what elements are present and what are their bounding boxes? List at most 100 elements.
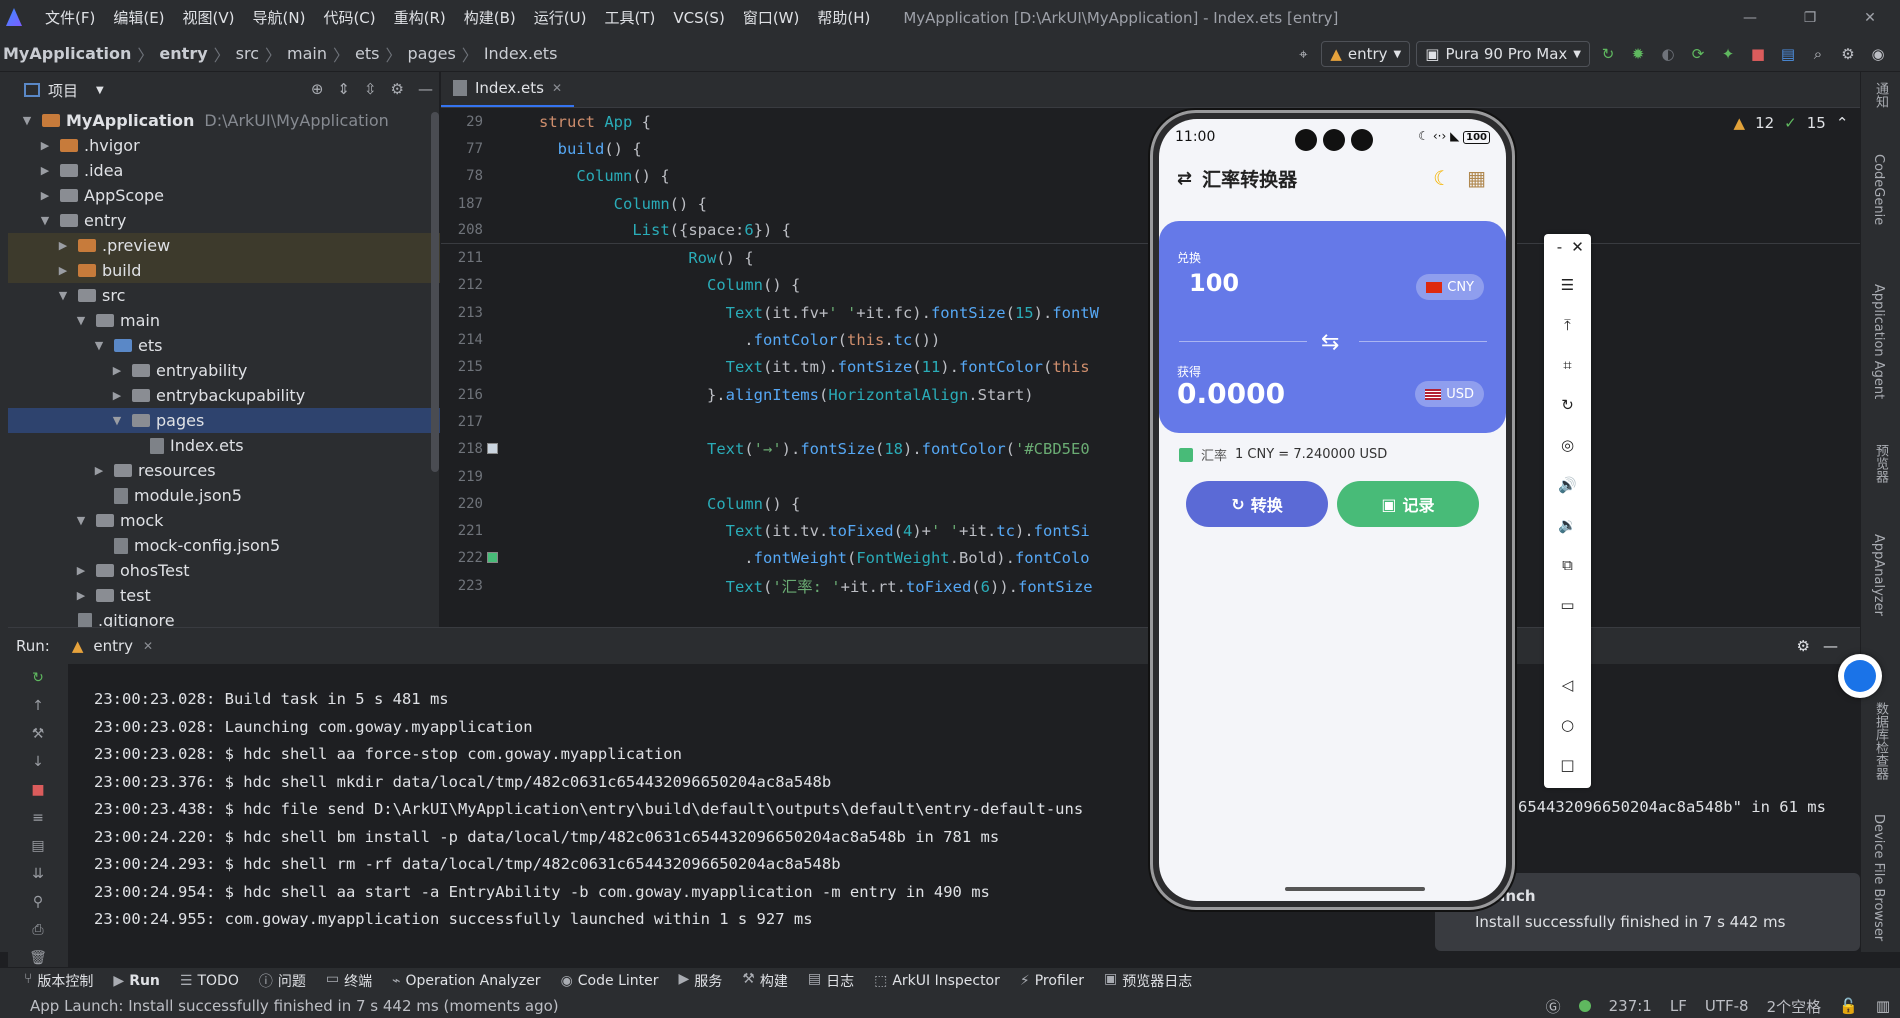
right-tool-tab[interactable]: AppAnalyzer bbox=[1871, 534, 1886, 616]
hide-panel-icon[interactable]: — bbox=[418, 80, 433, 98]
menu-item[interactable]: 运行(U) bbox=[525, 0, 596, 36]
chevron-right-icon[interactable]: ▶ bbox=[74, 589, 88, 602]
rotate-icon[interactable]: ↻ bbox=[1544, 396, 1591, 414]
bottom-tool-tab[interactable]: ⚡ Profiler bbox=[1020, 973, 1084, 989]
settings-icon[interactable]: ⚙ bbox=[1836, 42, 1860, 66]
minimize-button[interactable]: — bbox=[1720, 0, 1780, 36]
recents-icon[interactable]: □ bbox=[1544, 756, 1591, 774]
tree-item[interactable]: ▼ mock bbox=[8, 508, 440, 533]
screenshot-icon[interactable]: ⌗ bbox=[1544, 356, 1591, 374]
chevron-down-icon[interactable]: ▼ bbox=[38, 214, 52, 227]
line-number[interactable]: 216 bbox=[441, 387, 499, 403]
rerun-icon[interactable]: ↻ bbox=[8, 664, 68, 692]
project-panel-title[interactable]: 项目 bbox=[48, 80, 78, 101]
line-number[interactable]: 219 bbox=[441, 469, 499, 485]
line-number[interactable]: 212 bbox=[441, 277, 499, 293]
wrench-icon[interactable]: ⚒ bbox=[8, 720, 68, 748]
menu-icon[interactable]: ☰ bbox=[1544, 276, 1591, 294]
chevron-right-icon[interactable]: ▶ bbox=[110, 364, 124, 377]
expand-all-icon[interactable]: ⇕ bbox=[337, 80, 350, 98]
menu-item[interactable]: 编辑(E) bbox=[104, 0, 173, 36]
chevron-down-icon[interactable]: ▼ bbox=[74, 514, 88, 527]
chevron-down-icon[interactable]: ▼ bbox=[96, 85, 104, 96]
chevron-right-icon[interactable]: ▶ bbox=[92, 464, 106, 477]
file-encoding[interactable]: UTF-8 bbox=[1705, 997, 1749, 1015]
line-number[interactable]: 221 bbox=[441, 523, 499, 539]
maximize-button[interactable]: ❐ bbox=[1780, 0, 1840, 36]
git-icon[interactable]: Ⓖ bbox=[1546, 996, 1561, 1017]
breadcrumb-item[interactable]: entry bbox=[156, 44, 210, 63]
convert-button[interactable]: ↻ 转换 bbox=[1186, 481, 1328, 527]
volume-up-icon[interactable]: 🔊 bbox=[1544, 476, 1591, 494]
tree-item[interactable]: ▼ pages bbox=[8, 408, 440, 433]
pin-top-icon[interactable]: ⤒ bbox=[1544, 316, 1591, 334]
assistant-fab[interactable] bbox=[1838, 654, 1882, 698]
run-log[interactable]: 23:00:23.028: Build task in 5 s 481 ms 23… bbox=[94, 686, 1083, 934]
tree-item[interactable]: ▶ entrybackupability bbox=[8, 383, 440, 408]
tree-item[interactable]: ▶ .hvigor bbox=[8, 133, 440, 158]
right-tool-tab[interactable]: 通知 bbox=[1871, 82, 1890, 108]
scroll-end-icon[interactable]: ⇊ bbox=[8, 860, 68, 888]
menu-item[interactable]: 工具(T) bbox=[595, 0, 664, 36]
multi-device-icon[interactable]: ▭ bbox=[1544, 596, 1591, 614]
right-tool-tab[interactable]: Application Agent bbox=[1871, 284, 1886, 399]
close-icon[interactable]: ✕ bbox=[1554, 238, 1601, 256]
bottom-tool-tab[interactable]: ⬚ ArkUI Inspector bbox=[874, 973, 1000, 989]
up-arrow-icon[interactable]: ↑ bbox=[8, 692, 68, 720]
tree-item[interactable]: ▼ entry bbox=[8, 208, 440, 233]
line-number[interactable]: 208 bbox=[441, 222, 499, 238]
close-tab-icon[interactable]: ✕ bbox=[552, 81, 562, 95]
right-tool-tab[interactable]: 数据库检查器 bbox=[1871, 702, 1890, 780]
hide-panel-icon[interactable]: — bbox=[1823, 637, 1838, 655]
tree-scrollbar[interactable] bbox=[431, 112, 439, 472]
chevron-right-icon[interactable]: ▶ bbox=[38, 164, 52, 177]
chevron-down-icon[interactable]: ▼ bbox=[92, 339, 106, 352]
back-icon[interactable]: ◁ bbox=[1544, 676, 1591, 694]
debug-icon[interactable]: ✹ bbox=[1626, 42, 1650, 66]
run-config-select[interactable]: ▲ entry ▼ bbox=[1321, 41, 1411, 67]
bottom-tool-tab[interactable]: ▤ 日志 bbox=[808, 971, 854, 991]
chevron-right-icon[interactable]: ▶ bbox=[38, 189, 52, 202]
pin-icon[interactable]: ⚲ bbox=[8, 888, 68, 916]
line-number[interactable]: 29 bbox=[441, 114, 499, 130]
tree-item[interactable]: ▶ ohosTest bbox=[8, 558, 440, 583]
to-currency-select[interactable]: USD bbox=[1415, 381, 1484, 407]
volume-down-icon[interactable]: 🔉 bbox=[1544, 516, 1591, 534]
stop-icon[interactable]: ■ bbox=[1746, 42, 1770, 66]
breadcrumb-item[interactable]: MyApplication bbox=[0, 44, 134, 63]
tree-item[interactable]: ▼ src bbox=[8, 283, 440, 308]
color-swatch-icon[interactable] bbox=[487, 443, 498, 455]
line-number[interactable]: 78 bbox=[441, 168, 499, 184]
line-number[interactable]: 187 bbox=[441, 196, 499, 212]
indent-setting[interactable]: 2个空格 bbox=[1767, 996, 1822, 1017]
menu-item[interactable]: 重构(R) bbox=[385, 0, 455, 36]
bottom-tool-tab[interactable]: ▶ 服务 bbox=[679, 971, 723, 991]
chevron-right-icon[interactable]: ▶ bbox=[56, 239, 70, 252]
bottom-tool-tab[interactable]: ◉ Code Linter bbox=[561, 973, 659, 989]
tree-item[interactable]: ▶ .idea bbox=[8, 158, 440, 183]
target-icon[interactable]: ⌖ bbox=[1291, 42, 1315, 66]
chevron-right-icon[interactable]: ▶ bbox=[38, 139, 52, 152]
bottom-tool-tab[interactable]: ⌁ Operation Analyzer bbox=[392, 973, 540, 989]
chevron-right-icon[interactable]: ▶ bbox=[56, 264, 70, 277]
right-tool-tab[interactable]: CodeGenie bbox=[1871, 154, 1886, 225]
bottom-tool-tab[interactable]: ▣ 预览器日志 bbox=[1104, 971, 1192, 991]
line-number[interactable]: 223 bbox=[441, 578, 499, 594]
bottom-tool-tab[interactable]: ▶ Run bbox=[113, 973, 160, 989]
tree-item[interactable]: ▶ test bbox=[8, 583, 440, 608]
app-logo-icon[interactable] bbox=[6, 8, 22, 26]
record-screen-icon[interactable]: ◎ bbox=[1544, 436, 1591, 454]
notifications-icon[interactable]: ◉ bbox=[1866, 42, 1890, 66]
menu-item[interactable]: 窗口(W) bbox=[734, 0, 809, 36]
record-button[interactable]: ▣ 记录 bbox=[1337, 481, 1479, 527]
device-manager-icon[interactable]: ▤ bbox=[1776, 42, 1800, 66]
tree-item[interactable]: ▶ entryability bbox=[8, 358, 440, 383]
bottom-tool-tab[interactable]: ⓘ 问题 bbox=[259, 971, 306, 991]
settings-icon[interactable]: ⚙ bbox=[391, 80, 404, 98]
right-tool-tab[interactable]: 预览器 bbox=[1871, 444, 1890, 483]
fold-icon[interactable]: ⧉ bbox=[1544, 556, 1591, 574]
line-number[interactable]: 211 bbox=[441, 250, 499, 266]
soft-wrap-icon[interactable]: ≡ bbox=[8, 804, 68, 832]
bottom-tool-tab[interactable]: ⑂ 版本控制 bbox=[24, 971, 93, 991]
close-button[interactable]: ✕ bbox=[1840, 0, 1900, 36]
